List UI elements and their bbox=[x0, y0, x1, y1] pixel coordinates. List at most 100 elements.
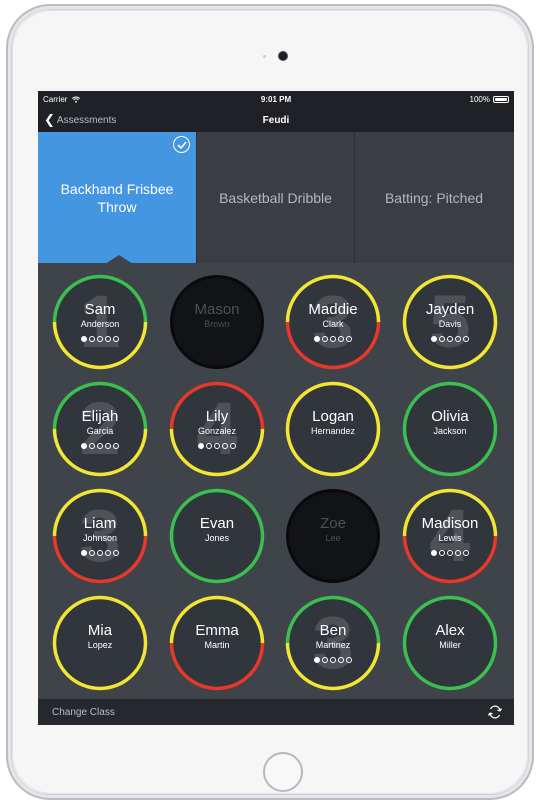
student-last-name: Lewis bbox=[438, 533, 462, 543]
bottom-toolbar: Change Class bbox=[38, 699, 514, 725]
progress-dots bbox=[401, 336, 499, 342]
progress-dot bbox=[105, 550, 111, 556]
progress-dot bbox=[330, 657, 336, 663]
student-first-name: Mia bbox=[87, 622, 113, 639]
change-class-button[interactable]: Change Class bbox=[52, 707, 115, 718]
progress-dot bbox=[105, 336, 111, 342]
student-card[interactable]: 4 Madison Lewis bbox=[401, 487, 499, 585]
student-card[interactable]: 5 Jayden Davis bbox=[401, 273, 499, 371]
progress-dot bbox=[97, 443, 103, 449]
student-first-name: Emma bbox=[195, 622, 239, 639]
progress-dots bbox=[51, 336, 149, 342]
student-first-name: Mason bbox=[194, 301, 240, 318]
progress-dot bbox=[89, 336, 95, 342]
student-card[interactable]: 3 Liam Johnson bbox=[51, 487, 149, 585]
home-button[interactable] bbox=[263, 752, 303, 792]
tab-backhand-frisbee-throw[interactable]: Backhand Frisbee Throw bbox=[38, 132, 197, 263]
progress-dot bbox=[198, 443, 204, 449]
student-card[interactable]: Mia Lopez bbox=[51, 594, 149, 692]
progress-dot bbox=[113, 550, 119, 556]
student-last-name: Jones bbox=[204, 533, 230, 543]
skill-tabs: Backhand Frisbee Throw Basketball Dribbl… bbox=[38, 132, 514, 263]
progress-dot bbox=[97, 550, 103, 556]
progress-dot bbox=[447, 336, 453, 342]
progress-dot bbox=[81, 550, 87, 556]
progress-dot bbox=[314, 336, 320, 342]
progress-dots bbox=[284, 336, 382, 342]
student-last-name: Anderson bbox=[80, 319, 120, 329]
progress-dot bbox=[105, 443, 111, 449]
student-last-name: Lopez bbox=[87, 640, 113, 650]
student-first-name: Zoe bbox=[320, 515, 346, 532]
student-card[interactable]: Alex Miller bbox=[401, 594, 499, 692]
student-first-name: Jayden bbox=[425, 301, 475, 318]
progress-dot bbox=[81, 443, 87, 449]
student-card[interactable]: Mason Brown bbox=[168, 273, 266, 371]
app-screen: Carrier 9:01 PM 100% ❮ Assessments Feudi… bbox=[38, 91, 514, 725]
progress-dot bbox=[314, 657, 320, 663]
student-last-name: Martin bbox=[204, 640, 230, 650]
student-last-name: Brown bbox=[204, 319, 230, 329]
status-bar: Carrier 9:01 PM 100% bbox=[38, 91, 514, 109]
student-card[interactable]: Olivia Jackson bbox=[401, 380, 499, 478]
student-first-name: Alex bbox=[435, 622, 465, 639]
student-first-name: Olivia bbox=[431, 408, 469, 425]
progress-dot bbox=[431, 336, 437, 342]
progress-dot bbox=[113, 336, 119, 342]
progress-dot bbox=[97, 336, 103, 342]
student-first-name: Madison bbox=[421, 515, 479, 532]
student-last-name: Miller bbox=[439, 640, 461, 650]
progress-dots bbox=[284, 657, 382, 663]
tab-basketball-dribble[interactable]: Basketball Dribble bbox=[197, 132, 355, 263]
student-card[interactable]: 2 Elijah Garcia bbox=[51, 380, 149, 478]
tab-label: Basketball Dribble bbox=[219, 189, 332, 206]
student-card[interactable]: 3 Maddie Clark bbox=[284, 273, 382, 371]
progress-dot bbox=[463, 550, 469, 556]
student-grid: 1 Sam Anderson Mason Brown 3 Maddie Clark 5 Jayde… bbox=[38, 263, 514, 699]
page-title: Feudi bbox=[262, 115, 290, 126]
progress-dot bbox=[214, 443, 220, 449]
navigation-bar: ❮ Assessments Feudi bbox=[38, 109, 514, 132]
progress-dot bbox=[346, 336, 352, 342]
progress-dot bbox=[463, 336, 469, 342]
student-last-name: Lee bbox=[325, 533, 341, 543]
progress-dot bbox=[431, 550, 437, 556]
student-last-name: Davis bbox=[438, 319, 462, 329]
student-first-name: Evan bbox=[199, 515, 235, 532]
student-last-name: Johnson bbox=[82, 533, 118, 543]
progress-dot bbox=[455, 336, 461, 342]
progress-dot bbox=[322, 336, 328, 342]
progress-dot bbox=[222, 443, 228, 449]
student-card[interactable]: Logan Hernandez bbox=[284, 380, 382, 478]
student-card[interactable]: Zoe Lee bbox=[284, 487, 382, 585]
progress-dot bbox=[439, 550, 445, 556]
student-card[interactable]: 4 Lily Gonzalez bbox=[168, 380, 266, 478]
battery-icon bbox=[493, 96, 509, 103]
student-card[interactable]: Emma Martin bbox=[168, 594, 266, 692]
student-last-name: Garcia bbox=[86, 426, 114, 436]
progress-dot bbox=[81, 336, 87, 342]
student-first-name: Maddie bbox=[308, 301, 358, 318]
student-first-name: Ben bbox=[319, 622, 347, 639]
student-card[interactable]: 3 Ben Martinez bbox=[284, 594, 382, 692]
progress-dots bbox=[51, 443, 149, 449]
progress-dot bbox=[346, 657, 352, 663]
tab-label: Backhand Frisbee Throw bbox=[60, 180, 174, 215]
front-sensor bbox=[263, 55, 266, 58]
sync-icon[interactable] bbox=[486, 703, 504, 721]
student-last-name: Hernandez bbox=[310, 426, 356, 436]
tab-batting-pitched[interactable]: Batting: Pitched bbox=[355, 132, 513, 263]
student-last-name: Jackson bbox=[433, 426, 467, 436]
student-card[interactable]: 1 Sam Anderson bbox=[51, 273, 149, 371]
student-first-name: Elijah bbox=[81, 408, 119, 425]
student-last-name: Martinez bbox=[315, 640, 351, 650]
battery-percent: 100% bbox=[469, 95, 490, 104]
checkmark-icon bbox=[173, 136, 190, 153]
progress-dot bbox=[330, 336, 336, 342]
student-last-name: Clark bbox=[322, 319, 344, 329]
student-first-name: Lily bbox=[205, 408, 229, 425]
student-card[interactable]: Evan Jones bbox=[168, 487, 266, 585]
progress-dot bbox=[439, 336, 445, 342]
progress-dot bbox=[455, 550, 461, 556]
progress-dot bbox=[322, 657, 328, 663]
